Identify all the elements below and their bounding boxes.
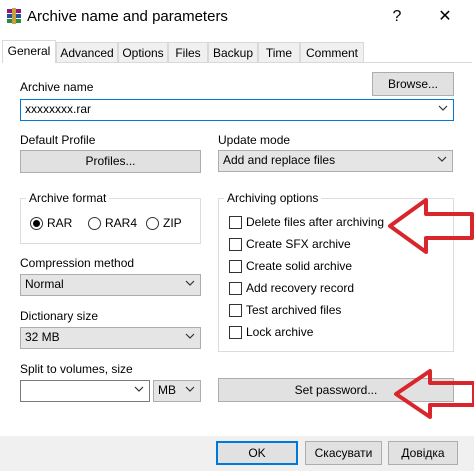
compression-method-label: Compression method [20, 256, 135, 270]
create-solid-label[interactable]: Create solid archive [246, 259, 352, 273]
radio-rar[interactable] [30, 217, 43, 230]
split-volumes-unit-select[interactable]: MB [153, 380, 201, 402]
tab-options[interactable]: Options [118, 42, 168, 62]
title-bar: Archive name and parameters ? ✕ [0, 0, 474, 36]
chevron-down-icon[interactable] [436, 152, 448, 166]
tab-general[interactable]: General [2, 40, 56, 63]
update-mode-label: Update mode [218, 133, 291, 147]
chevron-down-icon[interactable] [133, 382, 145, 396]
help-button[interactable]: Довідка [388, 441, 458, 465]
tab-files[interactable]: Files [168, 42, 208, 62]
archive-name-input[interactable]: xxxxxxxx.rar [25, 102, 91, 116]
radio-rar4[interactable] [88, 217, 101, 230]
create-solid-checkbox[interactable] [229, 260, 242, 273]
test-archived-checkbox[interactable] [229, 304, 242, 317]
archiving-options-title: Archiving options [224, 191, 322, 205]
create-sfx-checkbox[interactable] [229, 238, 242, 251]
tab-backup[interactable]: Backup [208, 42, 258, 62]
dictionary-size-value: 32 MB [25, 330, 60, 344]
tab-advanced[interactable]: Advanced [56, 42, 118, 62]
arrow-annotation-icon [388, 198, 474, 254]
chevron-down-icon[interactable] [184, 329, 196, 343]
lock-archive-label[interactable]: Lock archive [246, 325, 313, 339]
update-mode-value: Add and replace files [223, 153, 336, 167]
tab-time[interactable]: Time [258, 42, 300, 62]
winrar-app-icon [7, 8, 21, 24]
compression-method-select[interactable]: Normal [20, 274, 201, 296]
window-title: Archive name and parameters [27, 8, 228, 25]
delete-files-label[interactable]: Delete files after archiving [246, 215, 384, 229]
chevron-down-icon[interactable] [437, 101, 449, 115]
delete-files-checkbox[interactable] [229, 216, 242, 229]
arrow-annotation-icon [394, 369, 474, 419]
close-icon[interactable]: ✕ [432, 6, 458, 28]
update-mode-select[interactable]: Add and replace files [218, 150, 453, 172]
split-volumes-size-combobox[interactable] [20, 380, 150, 402]
cancel-button[interactable]: Скасувати [305, 441, 382, 465]
ok-button[interactable]: OK [216, 441, 298, 465]
radio-rar4-label[interactable]: RAR4 [105, 216, 137, 230]
profiles-button[interactable]: Profiles... [20, 150, 201, 173]
split-volumes-label: Split to volumes, size [20, 362, 133, 376]
archive-name-label: Archive name [20, 80, 94, 94]
tab-comment[interactable]: Comment [300, 42, 364, 62]
help-icon[interactable]: ? [384, 6, 410, 28]
test-archived-label[interactable]: Test archived files [246, 303, 341, 317]
radio-zip[interactable] [146, 217, 159, 230]
lock-archive-checkbox[interactable] [229, 326, 242, 339]
archive-format-title: Archive format [26, 191, 110, 205]
radio-rar-label[interactable]: RAR [47, 216, 72, 230]
dictionary-size-select[interactable]: 32 MB [20, 327, 201, 349]
compression-method-value: Normal [25, 277, 64, 291]
split-volumes-unit-value: MB [158, 383, 176, 397]
browse-button[interactable]: Browse... [372, 72, 454, 96]
add-recovery-checkbox[interactable] [229, 282, 242, 295]
archive-name-combobox[interactable]: xxxxxxxx.rar [20, 99, 454, 121]
chevron-down-icon[interactable] [184, 276, 196, 290]
default-profile-label: Default Profile [20, 133, 96, 147]
add-recovery-label[interactable]: Add recovery record [246, 281, 354, 295]
dictionary-size-label: Dictionary size [20, 309, 99, 323]
create-sfx-label[interactable]: Create SFX archive [246, 237, 351, 251]
radio-zip-label[interactable]: ZIP [163, 216, 182, 230]
chevron-down-icon[interactable] [184, 382, 196, 396]
